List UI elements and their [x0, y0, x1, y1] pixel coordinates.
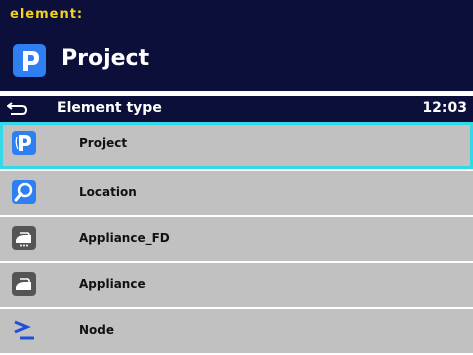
list-item-label: Appliance — [79, 277, 146, 291]
title-bar-label: Element type — [57, 100, 162, 116]
back-arrow-icon[interactable] — [6, 101, 29, 117]
iron-appliance-icon — [12, 226, 36, 250]
list-item-location[interactable]: Location — [0, 171, 473, 215]
location-search-icon — [12, 180, 36, 204]
element-type-list: Project Location Appliance_FD Appliance … — [0, 122, 473, 355]
list-item-label: Location — [79, 185, 137, 199]
node-symbol-icon — [12, 318, 36, 342]
element-header: element: Project — [0, 0, 473, 91]
project-p-icon — [13, 44, 46, 77]
list-item-appliance[interactable]: Appliance — [0, 263, 473, 307]
list-item-appliance-fd[interactable]: Appliance_FD — [0, 217, 473, 261]
list-item-project[interactable]: Project — [0, 122, 473, 169]
list-item-node[interactable]: Node — [0, 309, 473, 353]
project-p-icon — [12, 131, 36, 155]
header-title: Project — [61, 46, 150, 71]
list-item-label: Node — [79, 323, 115, 337]
clock-time: 12:03 — [422, 100, 467, 116]
list-item-label: Project — [79, 136, 128, 150]
header-caption: element: — [10, 7, 84, 22]
screen: element: Project Element type 12:03 Proj… — [0, 0, 473, 353]
list-item-label: Appliance_FD — [79, 231, 170, 245]
title-bar: Element type 12:03 — [0, 96, 473, 122]
iron-appliance-icon — [12, 272, 36, 296]
